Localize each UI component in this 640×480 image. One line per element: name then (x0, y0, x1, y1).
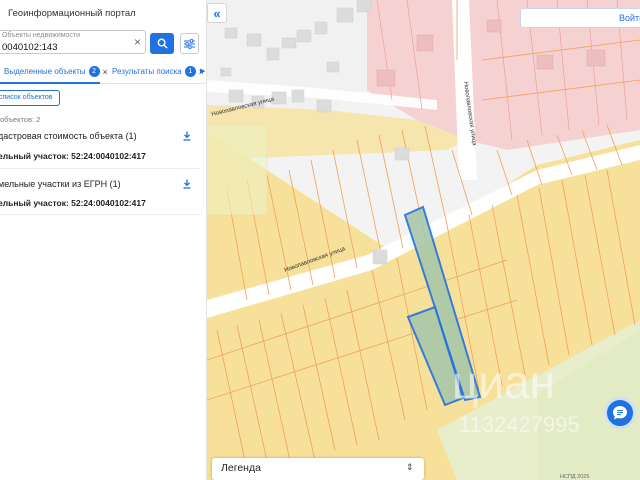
search-icon (157, 38, 168, 49)
download-icon[interactable] (182, 179, 192, 189)
objects-list-button[interactable]: список объектов (0, 90, 60, 106)
chat-icon (613, 406, 627, 420)
search-field-label: Объекты недвижимости (2, 32, 81, 39)
section-cadastral-value-item[interactable]: ельный участок: 52:24:0040102:417 (0, 151, 146, 161)
legend-label: Легенда (221, 462, 261, 474)
tab-bar: Выделенные объекты 2 × Результаты поиска… (0, 62, 206, 84)
tab-label: Выделенные объекты (4, 67, 86, 76)
login-button[interactable]: Войти (520, 8, 640, 28)
tab-label: Результаты поиска (112, 67, 182, 76)
objects-count: объектов: 2 (0, 115, 41, 124)
tab-selected-objects[interactable]: Выделенные объекты 2 × (4, 66, 108, 77)
close-icon[interactable]: × (103, 67, 108, 77)
chevron-right-icon[interactable]: ▶ (200, 67, 205, 75)
active-tab-indicator (0, 82, 100, 84)
tab-badge: 2 (88, 66, 100, 77)
collapse-panel-button[interactable]: « (207, 3, 227, 23)
search-button[interactable] (150, 33, 174, 54)
watermark-id: 1132427995 (459, 412, 580, 437)
filter-button[interactable] (180, 33, 199, 54)
section-cadastral-value-title[interactable]: дастровая стоимость объекта (1) (0, 131, 137, 141)
map-layer: Новопавловская улица Новопавловская улиц… (207, 0, 640, 480)
watermark-brand: циан (452, 356, 555, 408)
chevron-updown-icon[interactable]: ⇕ (406, 462, 414, 473)
section-egrn-parcels-title[interactable]: мельные участки из ЕГРН (1) (0, 179, 121, 189)
search-field-value[interactable]: 0040102:143 (2, 42, 57, 53)
divider (0, 214, 200, 215)
divider (0, 168, 200, 169)
search-input[interactable]: Объекты недвижимости 0040102:143 × (0, 30, 146, 54)
side-panel: Геоинформационный портал Объекты недвижи… (0, 0, 207, 480)
legend-panel[interactable]: Легенда ⇕ (212, 458, 424, 480)
tab-search-results[interactable]: Результаты поиска 1 × (112, 66, 204, 77)
close-icon[interactable]: × (134, 36, 141, 48)
portal-title: Геоинформационный портал (8, 8, 136, 19)
section-egrn-parcels-item[interactable]: ельный участок: 52:24:0040102:417 (0, 198, 146, 208)
tab-badge: 1 (184, 66, 196, 77)
filter-sliders-icon (184, 38, 195, 49)
map-copyright: НСПД 2025 (560, 474, 590, 480)
chat-button[interactable] (604, 397, 636, 429)
download-icon[interactable] (182, 131, 192, 141)
map-canvas[interactable]: Новопавловская улица Новопавловская улиц… (207, 0, 640, 480)
